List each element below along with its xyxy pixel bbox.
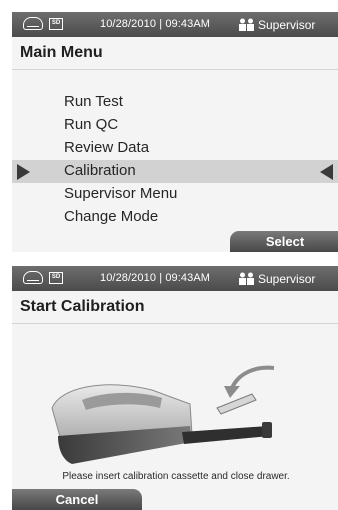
selection-arrow-right-icon (17, 164, 30, 180)
selection-arrow-left-icon (320, 164, 333, 180)
menu-item-run-test[interactable]: Run Test (12, 91, 338, 114)
menu-item-review-data[interactable]: Review Data (12, 137, 338, 160)
menu-item-label: Review Data (64, 139, 150, 156)
datetime-label: 10/28/2010 | 09:43AM (100, 272, 211, 284)
title-divider (12, 69, 338, 70)
select-button[interactable]: Select (230, 231, 338, 252)
datetime-label: 10/28/2010 | 09:43AM (100, 18, 211, 30)
menu-item-label: Supervisor Menu (64, 185, 178, 202)
menu-item-calibration[interactable]: Calibration (12, 160, 338, 183)
title-divider (12, 323, 338, 324)
page-title: Main Menu (20, 44, 103, 61)
drive-icon (23, 271, 43, 284)
status-bar: SD 10/28/2010 | 09:43AM Supervisor (12, 12, 338, 37)
user-role-label: Supervisor (258, 18, 316, 32)
main-menu-screen: SD 10/28/2010 | 09:43AM Supervisor Main … (12, 12, 338, 252)
page-title: Start Calibration (20, 298, 145, 315)
user-role-label: Supervisor (258, 272, 316, 286)
instruction-text: Please insert calibration cassette and c… (62, 471, 290, 482)
cancel-button[interactable]: Cancel (12, 489, 142, 510)
supervisor-icon (239, 272, 254, 285)
status-bar: SD 10/28/2010 | 09:43AM Supervisor (12, 266, 338, 291)
menu-item-label: Calibration (64, 162, 136, 179)
menu-item-change-mode[interactable]: Change Mode (12, 206, 338, 229)
menu-item-label: Change Mode (64, 208, 159, 225)
supervisor-icon (239, 18, 254, 31)
menu-item-label: Run Test (64, 93, 123, 110)
sd-card-icon: SD (49, 18, 63, 30)
sd-card-icon: SD (49, 272, 63, 284)
menu-item-supervisor-menu[interactable]: Supervisor Menu (12, 183, 338, 206)
menu-item-label: Run QC (64, 116, 119, 133)
menu-item-run-qc[interactable]: Run QC (12, 114, 338, 137)
start-calibration-screen: SD 10/28/2010 | 09:43AM Supervisor Start… (12, 266, 338, 510)
drive-icon (23, 17, 43, 30)
analyzer-insert-cassette-illustration (51, 365, 275, 464)
